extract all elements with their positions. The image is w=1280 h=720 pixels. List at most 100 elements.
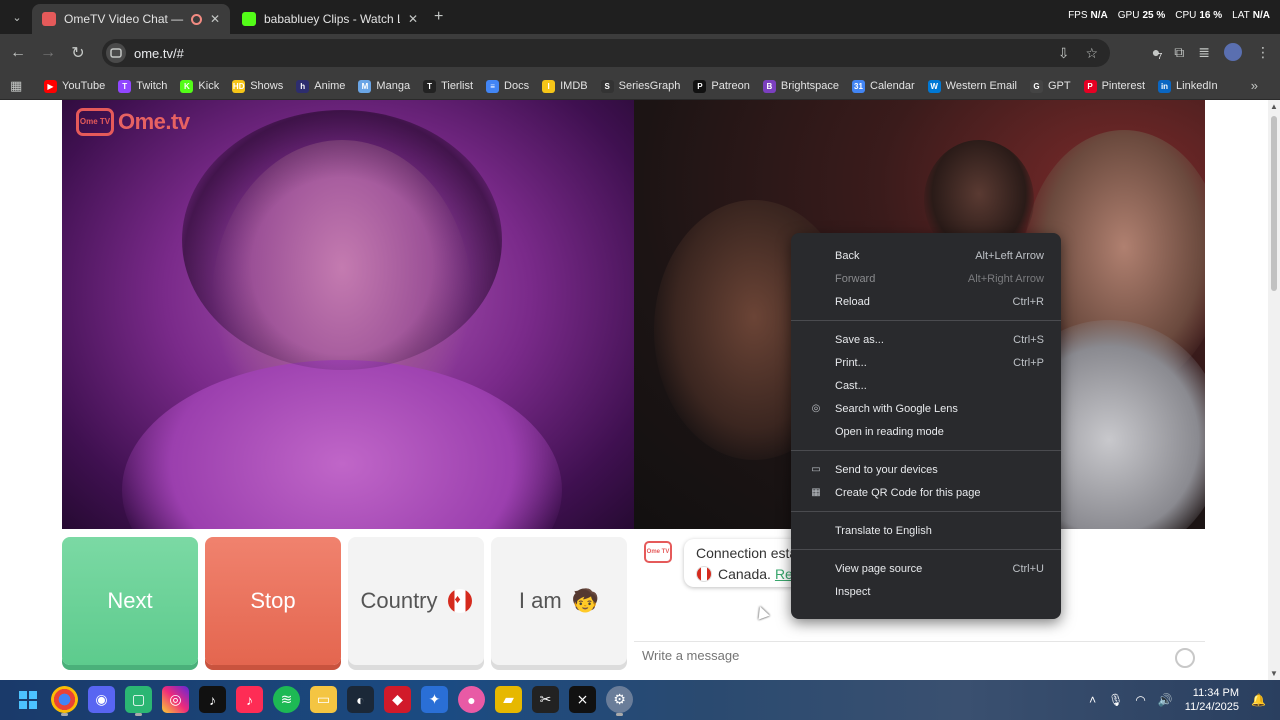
discord-icon[interactable]: ◉	[88, 686, 115, 713]
tab-bababluey[interactable]: bababluey Clips - Watch Live o ✕	[232, 4, 428, 34]
steam-icon[interactable]: ◐	[347, 686, 374, 713]
tray-overflow-icon[interactable]: ˄	[1089, 693, 1096, 707]
phone-link-icon[interactable]: ▢	[125, 686, 152, 716]
spotify-icon[interactable]: ≋	[273, 686, 300, 713]
capcut-alt-icon[interactable]: ⨯	[569, 686, 596, 713]
tab-search-icon[interactable]: ⌄	[6, 6, 28, 28]
bookmark-gpt[interactable]: G GPT	[1029, 79, 1071, 93]
new-tab-icon[interactable]: +	[434, 8, 443, 26]
bookmark-label: SeriesGraph	[618, 80, 681, 92]
bookmark-manga[interactable]: M Manga	[358, 79, 410, 93]
menu-item-qr-code[interactable]: ▦ Create QR Code for this page	[791, 481, 1061, 504]
emoji-icon[interactable]	[1175, 648, 1195, 668]
scroll-up-icon[interactable]: ▲	[1270, 102, 1278, 111]
close-tab-icon[interactable]: ✕	[210, 12, 220, 26]
menu-label: Forward	[835, 272, 876, 285]
reload-icon[interactable]: ↻	[68, 43, 88, 63]
bookmarks-bar: ▦ ▶ YouTube T Twitch K Kick HD Shows h Anime M Mang…	[0, 72, 1280, 100]
extension-icon[interactable]: ● 7	[1152, 44, 1162, 61]
google-lens-icon: ◎	[811, 403, 821, 414]
menu-item-google-lens[interactable]: ◎ Search with Google Lens	[791, 397, 1061, 420]
instagram-icon[interactable]: ◎	[162, 686, 189, 713]
bookmark-docs[interactable]: ≡ Docs	[486, 79, 529, 93]
tab-ometv[interactable]: OmeTV Video Chat — Ome ✕	[32, 4, 230, 34]
menu-shortcut: Ctrl+S	[1013, 333, 1044, 346]
menu-item-reading-mode[interactable]: Open in reading mode	[791, 420, 1061, 443]
menu-kebab-icon[interactable]: ⋮	[1256, 44, 1270, 61]
install-app-icon[interactable]: ⇩	[1058, 45, 1070, 62]
country-button[interactable]: Country	[348, 537, 484, 665]
bookmark-shows[interactable]: HD Shows	[232, 79, 283, 93]
bookmark-western-email[interactable]: W Western Email	[927, 79, 1017, 93]
menu-item-send-to-devices[interactable]: ▭ Send to your devices	[791, 458, 1061, 481]
menu-item-cast[interactable]: Cast...	[791, 374, 1061, 397]
menu-label: View page source	[835, 562, 923, 575]
back-icon[interactable]: ←	[8, 43, 28, 63]
tab-title: OmeTV Video Chat — Ome	[64, 12, 185, 26]
file-explorer-icon[interactable]: ▭	[310, 686, 337, 713]
menu-item-translate[interactable]: Translate to English	[791, 519, 1061, 542]
menu-item-print[interactable]: Print... Ctrl+P	[791, 351, 1061, 374]
bookmark-patreon[interactable]: P Patreon	[693, 79, 750, 93]
windows-start-icon[interactable]	[14, 686, 41, 713]
settings-gear-icon[interactable]: ⚙	[606, 686, 633, 716]
menu-item-inspect[interactable]: Inspect	[791, 580, 1061, 603]
bookmark-tierlist[interactable]: T Tierlist	[423, 79, 473, 93]
bookmark-kick[interactable]: K Kick	[180, 79, 219, 93]
more-bookmarks-icon[interactable]: »	[1251, 78, 1258, 93]
microphone-icon[interactable]: 🎙	[1108, 693, 1123, 707]
bookmark-imdb[interactable]: I IMDB	[542, 79, 588, 93]
gpt-icon: G	[1029, 79, 1043, 93]
menu-item-back[interactable]: Back Alt+Left Arrow	[791, 244, 1061, 267]
app-icon[interactable]: ▰	[495, 686, 522, 713]
forward-icon[interactable]: →	[38, 43, 58, 63]
close-tab-icon[interactable]: ✕	[408, 12, 418, 26]
pinterest-icon: P	[1083, 79, 1097, 93]
next-button[interactable]: Next	[62, 537, 198, 665]
brightspace-icon: B	[762, 79, 776, 93]
bookmark-twitch[interactable]: T Twitch	[118, 79, 167, 93]
bookmark-brightspace[interactable]: B Brightspace	[762, 79, 839, 93]
bookmark-youtube[interactable]: ▶ YouTube	[44, 79, 105, 93]
page-scrollbar[interactable]: ▲ ▼	[1268, 100, 1280, 680]
address-bar[interactable]: ome.tv/# ⇩ ☆	[102, 39, 1110, 67]
osu-icon[interactable]: ●	[458, 686, 485, 713]
bookmark-seriesgraph[interactable]: S SeriesGraph	[600, 79, 681, 93]
menu-item-view-source[interactable]: View page source Ctrl+U	[791, 557, 1061, 580]
menu-item-reload[interactable]: Reload Ctrl+R	[791, 290, 1061, 313]
stop-button[interactable]: Stop	[205, 537, 341, 665]
extensions-puzzle-icon[interactable]: ⧉	[1174, 44, 1184, 61]
volume-icon[interactable]: 🔊	[1158, 693, 1173, 707]
site-info-icon[interactable]	[106, 43, 126, 63]
profile-avatar[interactable]	[1224, 43, 1242, 61]
tiktok-icon[interactable]: ♪	[199, 686, 226, 713]
menu-item-save-as[interactable]: Save as... Ctrl+S	[791, 328, 1061, 351]
game-launcher-icon[interactable]: ◆	[384, 686, 411, 713]
app-icon[interactable]: ✦	[421, 686, 448, 713]
apps-grid-icon[interactable]: ▦	[10, 78, 22, 94]
menu-item-forward[interactable]: Forward Alt+Right Arrow	[791, 267, 1061, 290]
menu-divider	[791, 549, 1061, 550]
menu-shortcut: Ctrl+P	[1013, 356, 1044, 369]
bookmark-calendar[interactable]: 31 Calendar	[852, 79, 915, 93]
chrome-icon[interactable]	[51, 686, 78, 716]
bookmark-anime[interactable]: h Anime	[296, 79, 345, 93]
message-input[interactable]	[642, 648, 1162, 663]
gender-button[interactable]: I am 🧒	[491, 537, 627, 665]
linkedin-icon: in	[1158, 79, 1172, 93]
clock[interactable]: 11:34 PM 11/24/2025	[1185, 686, 1239, 714]
chat-ometv-icon: Ome TV	[644, 541, 672, 563]
docs-icon: ≡	[486, 79, 500, 93]
bookmark-star-icon[interactable]: ☆	[1085, 45, 1098, 62]
notification-bell-icon[interactable]: 🔔	[1251, 693, 1266, 707]
menu-label: Search with Google Lens	[835, 402, 958, 415]
scroll-down-icon[interactable]: ▼	[1270, 669, 1278, 678]
wifi-icon[interactable]: ◠	[1135, 693, 1145, 707]
scrollbar-thumb[interactable]	[1271, 116, 1277, 291]
menu-label: Back	[835, 249, 860, 262]
tiktok-alt-icon[interactable]: ♪	[236, 686, 263, 713]
media-controls-icon[interactable]: ≣	[1198, 44, 1210, 61]
bookmark-linkedin[interactable]: in LinkedIn	[1158, 79, 1218, 93]
capcut-icon[interactable]: ✂	[532, 686, 559, 713]
bookmark-pinterest[interactable]: P Pinterest	[1083, 79, 1145, 93]
